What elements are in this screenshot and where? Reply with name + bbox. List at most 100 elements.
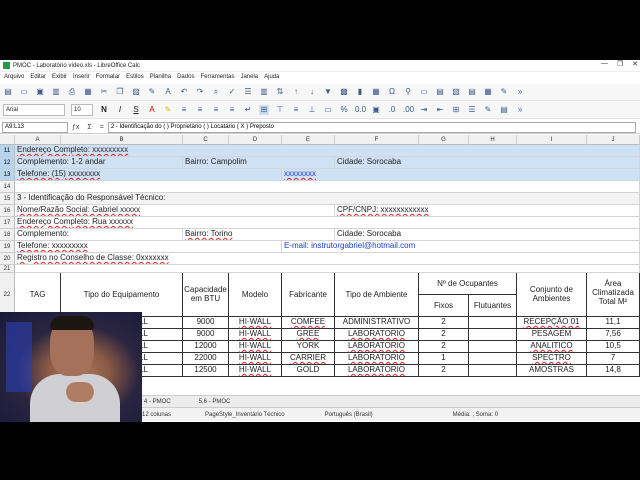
cell-email[interactable]: xxxxxxxx (282, 169, 640, 181)
cell-btu[interactable]: 12000 (183, 341, 229, 353)
cell-btu[interactable]: 9000 (183, 317, 229, 329)
align-left-icon[interactable]: ≡ (179, 105, 189, 115)
justify-icon[interactable]: ≡ (227, 105, 237, 115)
cell-fixos[interactable]: 2 (419, 365, 469, 377)
cell-btu[interactable]: 9000 (183, 329, 229, 341)
menu-janela[interactable]: Janela (240, 74, 258, 80)
formula-icon[interactable]: = (100, 124, 104, 131)
row-icon[interactable]: ☰ (243, 87, 253, 97)
menu-exibir[interactable]: Exibir (52, 74, 67, 80)
special-character-icon[interactable]: Ω (387, 87, 397, 97)
print-icon[interactable]: ⎙ (67, 87, 77, 97)
cell-cidade[interactable]: Cidade: Sorocaba (335, 157, 640, 169)
row-header-16[interactable]: 16 (0, 205, 15, 217)
cell-area[interactable]: 7,56 (587, 329, 640, 341)
cell-section3-title[interactable]: 3 - Identificação do Responsável Técnico… (15, 193, 640, 205)
cell-cpf[interactable]: CPF/CNPJ: xxxxxxxxxxxx (335, 205, 640, 217)
cell-fixos[interactable]: 2 (419, 317, 469, 329)
cell-area[interactable]: 10,5 (587, 341, 640, 353)
hyperlink-icon[interactable]: ⚲ (403, 87, 413, 97)
column-icon[interactable]: ▥ (259, 87, 269, 97)
cell-fabricante[interactable]: GREE (282, 329, 335, 341)
sort-descending-icon[interactable]: ↓ (307, 87, 317, 97)
menu-editar[interactable]: Editar (30, 74, 46, 80)
row-header-22[interactable]: 22 (0, 273, 15, 317)
font-size-box[interactable]: 10 (71, 104, 93, 116)
sort-ascending-icon[interactable]: ↑ (291, 87, 301, 97)
underline-icon[interactable]: S (131, 105, 141, 115)
cell-email2[interactable]: E-mail: instrutorgabriel@hotmail.com (282, 241, 640, 253)
cell-fabricante[interactable]: GOLD (282, 365, 335, 377)
cell-ambiente[interactable]: LABORATORIO (335, 365, 419, 377)
cell-conjunto[interactable]: AMOSTRAS (517, 365, 587, 377)
cell-ambiente[interactable]: ADMINISTRATIVO (335, 317, 419, 329)
font-color-icon[interactable]: A (147, 105, 157, 115)
menu-inserir[interactable]: Inserir (73, 74, 90, 80)
cell-ambiente[interactable]: LABORATORIO (335, 353, 419, 365)
menu-dados[interactable]: Dados (177, 74, 194, 80)
row-header-15[interactable]: 15 (0, 193, 15, 205)
name-box[interactable]: A9:L13 (2, 121, 68, 133)
cell-cidade2[interactable]: Cidade: Sorocaba (335, 229, 640, 241)
row-header-17[interactable]: 17 (0, 217, 15, 229)
export-pdf-icon[interactable]: ▥ (51, 87, 61, 97)
find-icon[interactable]: ⌕ (211, 87, 221, 97)
cell-ambiente[interactable]: LABORATORIO (335, 341, 419, 353)
cell-modelo[interactable]: HI-WALL (229, 329, 282, 341)
cell-conjunto[interactable]: SPECTRO (517, 353, 587, 365)
col-header-i[interactable]: I (517, 135, 587, 145)
close-button[interactable]: ✕ (632, 60, 638, 68)
wrap-text-icon[interactable]: ↵ (243, 105, 253, 115)
toolbar-overflow-2-icon[interactable]: » (515, 105, 525, 115)
sheet-tab-56-pmoc[interactable]: 5,6 - PMOC (195, 399, 235, 405)
row-header-20[interactable]: 20 (0, 253, 15, 265)
col-header-g[interactable]: G (419, 135, 469, 145)
sheet-tab-4-pmoc[interactable]: 4 - PMOC (140, 399, 175, 405)
sum-icon[interactable]: Σ (87, 124, 91, 131)
header-modelo[interactable]: Modelo (229, 273, 282, 317)
cell-area[interactable]: 11,1 (587, 317, 640, 329)
align-bottom-icon[interactable]: ⊥ (307, 105, 317, 115)
image-icon[interactable]: ▩ (339, 87, 349, 97)
toolbar-overflow-icon[interactable]: » (515, 87, 525, 97)
cell-modelo[interactable]: HI-WALL (229, 341, 282, 353)
header-ocupantes[interactable]: Nº de Ocupantes (419, 273, 517, 295)
cell-modelo[interactable]: HI-WALL (229, 365, 282, 377)
border-color-icon[interactable]: ✎ (483, 105, 493, 115)
undo-icon[interactable]: ↶ (179, 87, 189, 97)
align-middle-icon[interactable]: ≡ (291, 105, 301, 115)
define-print-area-icon[interactable]: ▧ (451, 87, 461, 97)
cell-flutuantes[interactable] (469, 353, 517, 365)
clone-format-icon[interactable]: ✎ (147, 87, 157, 97)
copy-icon[interactable]: ❐ (115, 87, 125, 97)
italic-icon[interactable]: I (115, 105, 125, 115)
new-document-icon[interactable]: ▤ (3, 87, 13, 97)
cell-modelo[interactable]: HI-WALL (229, 317, 282, 329)
split-window-icon[interactable]: ▦ (483, 87, 493, 97)
col-header-b[interactable]: B (61, 135, 183, 145)
menu-ferramentas[interactable]: Ferramentas (200, 74, 234, 80)
status-pagestyle[interactable]: PageStyle_Inventário Técnico (205, 412, 285, 418)
cell-conjunto[interactable]: PESAGEM (517, 329, 587, 341)
cell-telefone[interactable]: Telefone: (15) xxxxxxxx (15, 169, 282, 181)
cell-fixos[interactable]: 1 (419, 353, 469, 365)
header-conjunto[interactable]: Conjunto de Ambientes (517, 273, 587, 317)
menu-formatar[interactable]: Formatar (96, 74, 120, 80)
cell-registro[interactable]: Registro no Conselho de Classe: 0xxxxxxx (15, 253, 640, 265)
cell-fabricante[interactable]: CARRIER (282, 353, 335, 365)
cell-nome[interactable]: Nome/Razão Social: Gabriel xxxxx (15, 205, 335, 217)
row-header-12[interactable]: 12 (0, 157, 15, 169)
status-language[interactable]: Português (Brasil) (325, 412, 373, 418)
row-header-13[interactable]: 13 (0, 169, 15, 181)
cell-fabricante[interactable]: YORK (282, 341, 335, 353)
cell-btu[interactable]: 12500 (183, 365, 229, 377)
header-tipo-ambiente[interactable]: Tipo de Ambiente (335, 273, 419, 317)
headers-footers-icon[interactable]: ▤ (435, 87, 445, 97)
cell-complemento2[interactable]: Complemento: (15, 229, 183, 241)
increase-indent-icon[interactable]: ⇥ (419, 105, 429, 115)
menu-ajuda[interactable]: Ajuda (264, 74, 279, 80)
cell-ambiente[interactable]: LABORATORIO (335, 329, 419, 341)
col-header-a[interactable]: A (15, 135, 61, 145)
bold-icon[interactable]: N (99, 105, 109, 115)
cell-endereco[interactable]: Endereço Completo: xxxxxxxxx (15, 145, 640, 157)
